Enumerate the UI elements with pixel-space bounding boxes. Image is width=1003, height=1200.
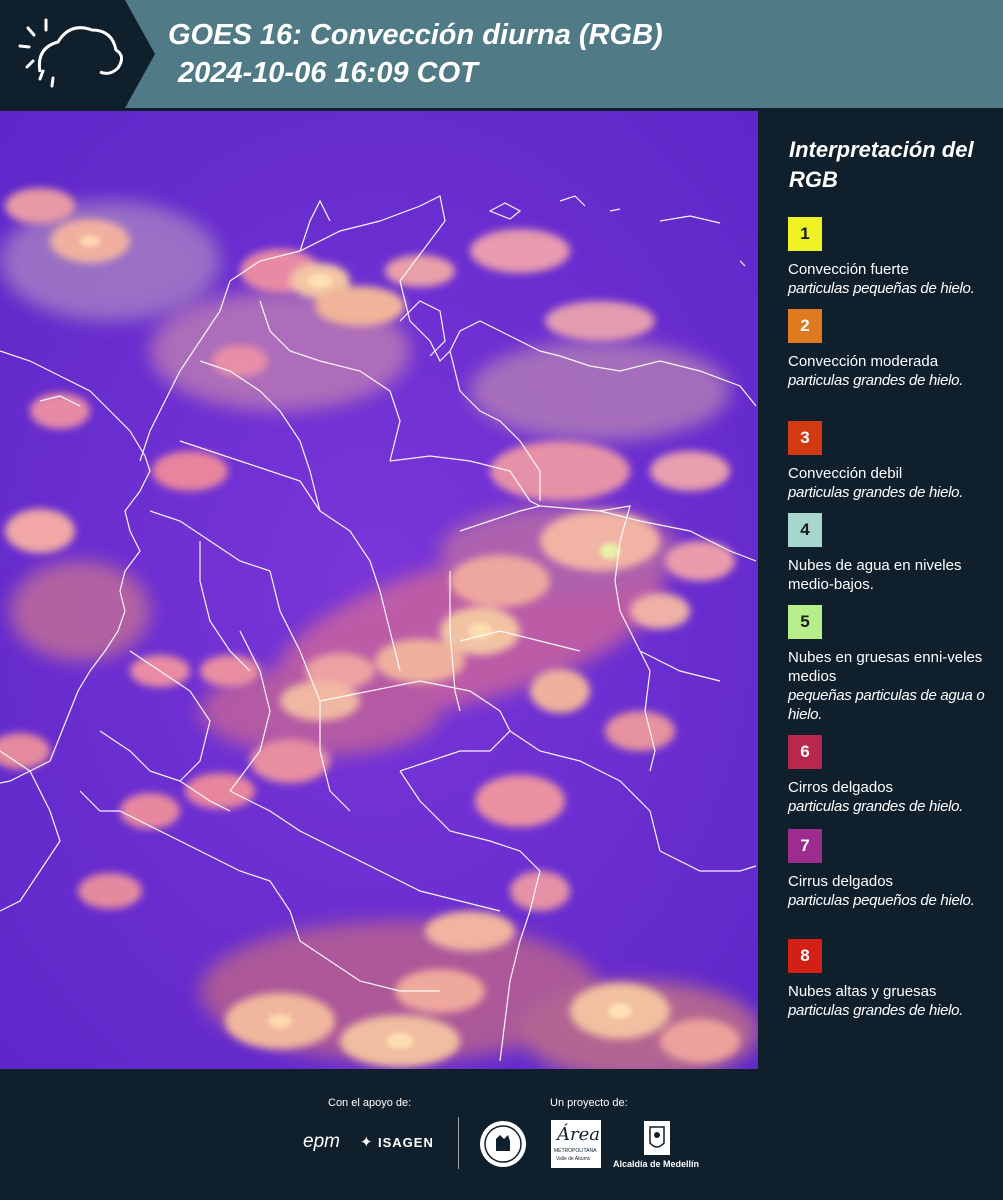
- legend-swatch-1: 1: [788, 217, 822, 251]
- isagen-icon: ✦: [360, 1134, 373, 1151]
- legend-swatch-8: 8: [788, 939, 822, 973]
- legend-item-3: 3 Convección debil particulas grandes de…: [788, 421, 993, 502]
- project-label: Un proyecto de:: [550, 1097, 628, 1109]
- legend-panel: Interpretación del RGB 1 Convección fuer…: [762, 111, 1003, 1069]
- legend-item-7: 7 Cirrus delgados particulas pequeños de…: [788, 829, 993, 910]
- medellin-seal-icon: [480, 1121, 526, 1167]
- legend-sub-6: particulas grandes de hielo.: [788, 798, 964, 815]
- title-line-1: GOES 16: Convección diurna (RGB): [168, 19, 663, 51]
- legend-sub-3: particulas grandes de hielo.: [788, 484, 964, 501]
- legend-item-4: 4 Nubes de agua en niveles medio-bajos.: [788, 513, 993, 594]
- satellite-map[interactable]: [0, 111, 758, 1069]
- legend-sub-5: pequeñas particulas de agua o hielo.: [788, 687, 985, 723]
- area-name: Área: [557, 1124, 600, 1145]
- alcaldia-shield-icon: [644, 1121, 670, 1155]
- legend-swatch-3: 3: [788, 421, 822, 455]
- footer-divider: [458, 1117, 459, 1169]
- legend-item-2: 2 Convección moderada particulas grandes…: [788, 309, 993, 390]
- area-sub2: Valle de Aburrá: [556, 1156, 590, 1162]
- satellite-rgb-map: [0, 111, 758, 1069]
- legend-label-5: Nubes en gruesas enni-veles medios: [788, 649, 983, 685]
- legend-title: Interpretación del RGB: [789, 137, 974, 192]
- legend-num-2: 2: [800, 316, 810, 335]
- legend-label-6: Cirros delgados: [788, 779, 894, 796]
- legend-label-7: Cirrus delgados: [788, 873, 894, 890]
- legend-label-3: Convección debil: [788, 465, 903, 482]
- footer: Con el apoyo de: Un proyecto de: epm ✦ I…: [0, 1069, 1003, 1200]
- siata-logo: SIATA: [0, 0, 155, 108]
- support-label: Con el apoyo de:: [328, 1097, 412, 1109]
- legend-item-6: 6 Cirros delgados particulas grandes de …: [788, 735, 993, 816]
- legend-item-8: 8 Nubes altas y gruesas particulas grand…: [788, 939, 993, 1020]
- legend-sub-1: particulas pequeñas de hielo.: [788, 280, 975, 297]
- legend-sub-7: particulas pequeños de hielo.: [788, 892, 975, 909]
- legend-label-8: Nubes altas y gruesas: [788, 983, 937, 1000]
- legend-swatch-2: 2: [788, 309, 822, 343]
- alcaldia-label: Alcaldía de Medellín: [613, 1159, 700, 1169]
- legend-swatch-5: 5: [788, 605, 822, 639]
- legend-num-5: 5: [800, 612, 810, 631]
- page-title: GOES 16: Convección diurna (RGB) 2024-10…: [168, 16, 663, 92]
- legend-num-1: 1: [800, 224, 810, 243]
- legend-num-6: 6: [800, 742, 810, 761]
- legend-sub-2: particulas grandes de hielo.: [788, 372, 964, 389]
- legend-label-4: Nubes de agua en niveles medio-bajos.: [788, 557, 962, 593]
- header: SIATA GOES 16: Convección diurna (RGB) 2…: [0, 0, 1003, 108]
- legend-sub-8: particulas grandes de hielo.: [788, 1002, 964, 1019]
- epm-logo: epm: [303, 1131, 340, 1152]
- logo-text: SIATA: [46, 45, 97, 64]
- legend-swatch-4: 4: [788, 513, 822, 547]
- title-line-2: 2024-10-06 16:09 COT: [178, 57, 478, 89]
- legend-item-5: 5 Nubes en gruesas enni-veles medios peq…: [788, 605, 993, 724]
- legend-num-8: 8: [800, 946, 810, 965]
- legend-swatch-6: 6: [788, 735, 822, 769]
- area-metropolitana-logo: Área METROPOLITANA Valle de Aburrá: [551, 1120, 601, 1168]
- legend-label-2: Convección moderada: [788, 353, 939, 370]
- legend-swatch-7: 7: [788, 829, 822, 863]
- legend-item-1: 1 Convección fuerte particulas pequeñas …: [788, 217, 993, 298]
- legend-num-4: 4: [800, 520, 810, 539]
- legend-label-1: Convección fuerte: [788, 261, 909, 278]
- legend-num-3: 3: [800, 428, 810, 447]
- area-sub: METROPOLITANA: [554, 1148, 597, 1154]
- isagen-logo: ISAGEN: [378, 1135, 434, 1150]
- legend-num-7: 7: [800, 836, 810, 855]
